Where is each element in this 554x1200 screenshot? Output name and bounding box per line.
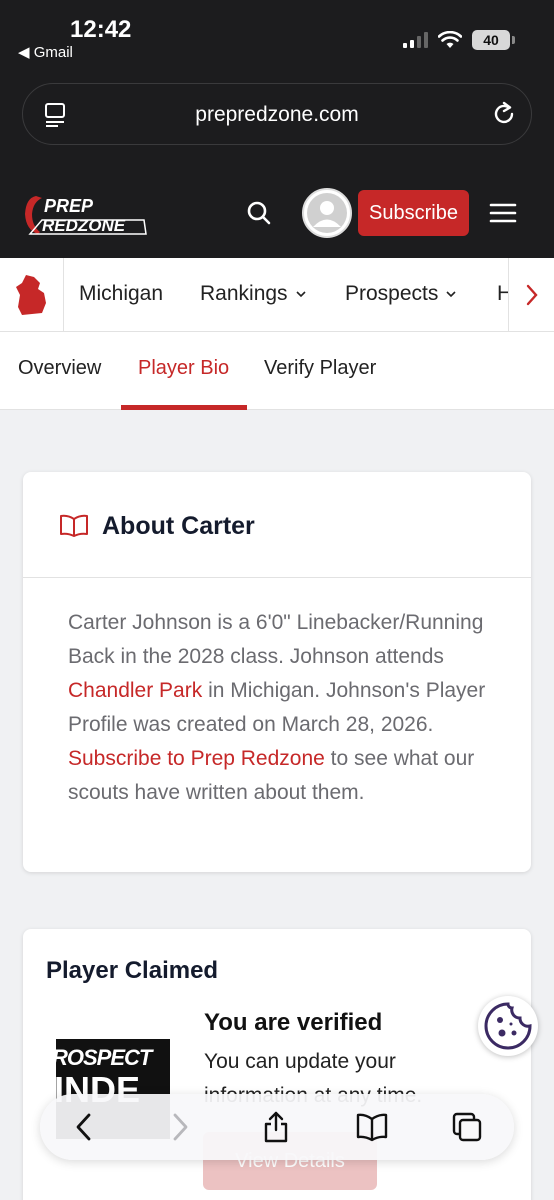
search-icon[interactable] [246, 200, 272, 226]
about-title: About Carter [102, 512, 255, 540]
about-card-header: About Carter [23, 472, 531, 578]
logo-text-prep: PREP [44, 196, 94, 216]
chevron-right-icon [526, 284, 538, 305]
subscribe-button[interactable]: Subscribe [358, 190, 469, 236]
back-arrow-icon[interactable] [74, 1110, 94, 1144]
badge-text-line-1: ROSPECT [56, 1045, 152, 1070]
verified-title: You are verified [204, 1009, 383, 1036]
address-bar[interactable]: prepredzone.com [22, 83, 532, 145]
cookie-settings-button[interactable] [478, 996, 538, 1056]
avatar[interactable] [302, 188, 352, 238]
subscribe-link[interactable]: Subscribe to Prep Redzone [68, 747, 325, 770]
open-book-icon [60, 514, 88, 537]
hamburger-menu-icon[interactable] [489, 202, 517, 224]
tab-verify-player[interactable]: Verify Player [264, 357, 376, 380]
cookie-icon [484, 1002, 532, 1050]
battery-indicator: 40 [472, 30, 515, 50]
prep-redzone-logo[interactable]: PREP REDZONE [22, 192, 148, 238]
about-card: About Carter Carter Johnson is a 6'0" Li… [23, 472, 531, 872]
share-icon[interactable] [261, 1110, 291, 1144]
status-indicators: 40 [403, 30, 515, 50]
state-selector[interactable] [0, 258, 64, 331]
nav-item-label: Prospects [345, 282, 439, 305]
active-tab-indicator [121, 405, 247, 410]
chevron-down-icon [446, 291, 456, 298]
school-link[interactable]: Chandler Park [68, 679, 202, 702]
tab-overview[interactable]: Overview [18, 357, 101, 380]
michigan-state-icon [16, 275, 46, 315]
claimed-title: Player Claimed [46, 957, 219, 984]
bio-text-part: Carter Johnson is a 6'0" Linebacker/Runn… [68, 611, 484, 668]
nav-item-label: Michigan [79, 282, 164, 305]
nav-scroll-right-button[interactable] [508, 258, 554, 331]
nav-item-label: Rankings [200, 282, 288, 305]
tabs-icon[interactable] [450, 1110, 484, 1144]
cellular-signal-icon [403, 32, 428, 48]
url-text[interactable]: prepredzone.com [23, 103, 531, 127]
state-navbar: Michigan Rankings Prospects H [0, 258, 554, 332]
status-time: 12:42 [70, 16, 132, 43]
browser-bottom-toolbar [40, 1094, 514, 1160]
wifi-icon [438, 31, 462, 48]
back-to-gmail-link[interactable]: ◀ Gmail [18, 43, 73, 61]
nav-item-rankings[interactable]: Rankings [200, 282, 306, 306]
nav-item-michigan[interactable]: Michigan [79, 282, 163, 306]
user-avatar-icon [307, 193, 347, 233]
logo-text-redzone: REDZONE [42, 216, 126, 235]
forward-arrow-icon[interactable] [170, 1110, 190, 1144]
profile-tabs: Overview Player Bio Verify Player [0, 332, 554, 410]
chevron-down-icon [295, 291, 306, 298]
reload-icon[interactable] [491, 100, 517, 128]
browser-chrome: 12:42 ◀ Gmail 40 prepredzone.com PREP RE… [0, 0, 554, 258]
nav-item-prospects[interactable]: Prospects [345, 282, 456, 306]
tab-player-bio[interactable]: Player Bio [138, 357, 229, 380]
bookmarks-icon[interactable] [355, 1110, 389, 1144]
about-bio-text: Carter Johnson is a 6'0" Linebacker/Runn… [23, 578, 531, 810]
site-header: PREP REDZONE Subscribe [0, 170, 554, 258]
